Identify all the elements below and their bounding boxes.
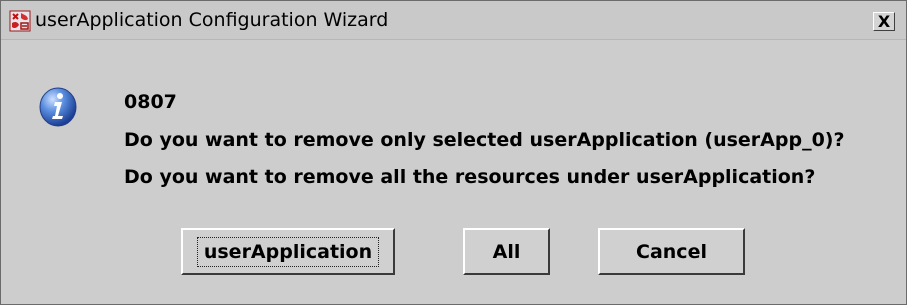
message-line-2: Do you want to remove all the resources …	[124, 166, 816, 188]
message-line-1: Do you want to remove only selected user…	[124, 129, 845, 151]
close-icon: X	[877, 11, 891, 31]
app-icon	[9, 10, 31, 32]
userapplication-button-label: userApplication	[196, 236, 380, 267]
all-button[interactable]: All	[463, 228, 550, 275]
close-button[interactable]: X	[873, 12, 895, 31]
title-bar[interactable]: userApplication Configuration Wizard X	[1, 1, 906, 40]
cancel-button[interactable]: Cancel	[598, 228, 745, 275]
window-title: userApplication Configuration Wizard	[35, 9, 389, 31]
dialog-window: userApplication Configuration Wizard X 0…	[0, 0, 907, 305]
message-code: 0807	[124, 91, 177, 113]
userapplication-button[interactable]: userApplication	[181, 228, 395, 275]
info-icon	[39, 87, 77, 127]
